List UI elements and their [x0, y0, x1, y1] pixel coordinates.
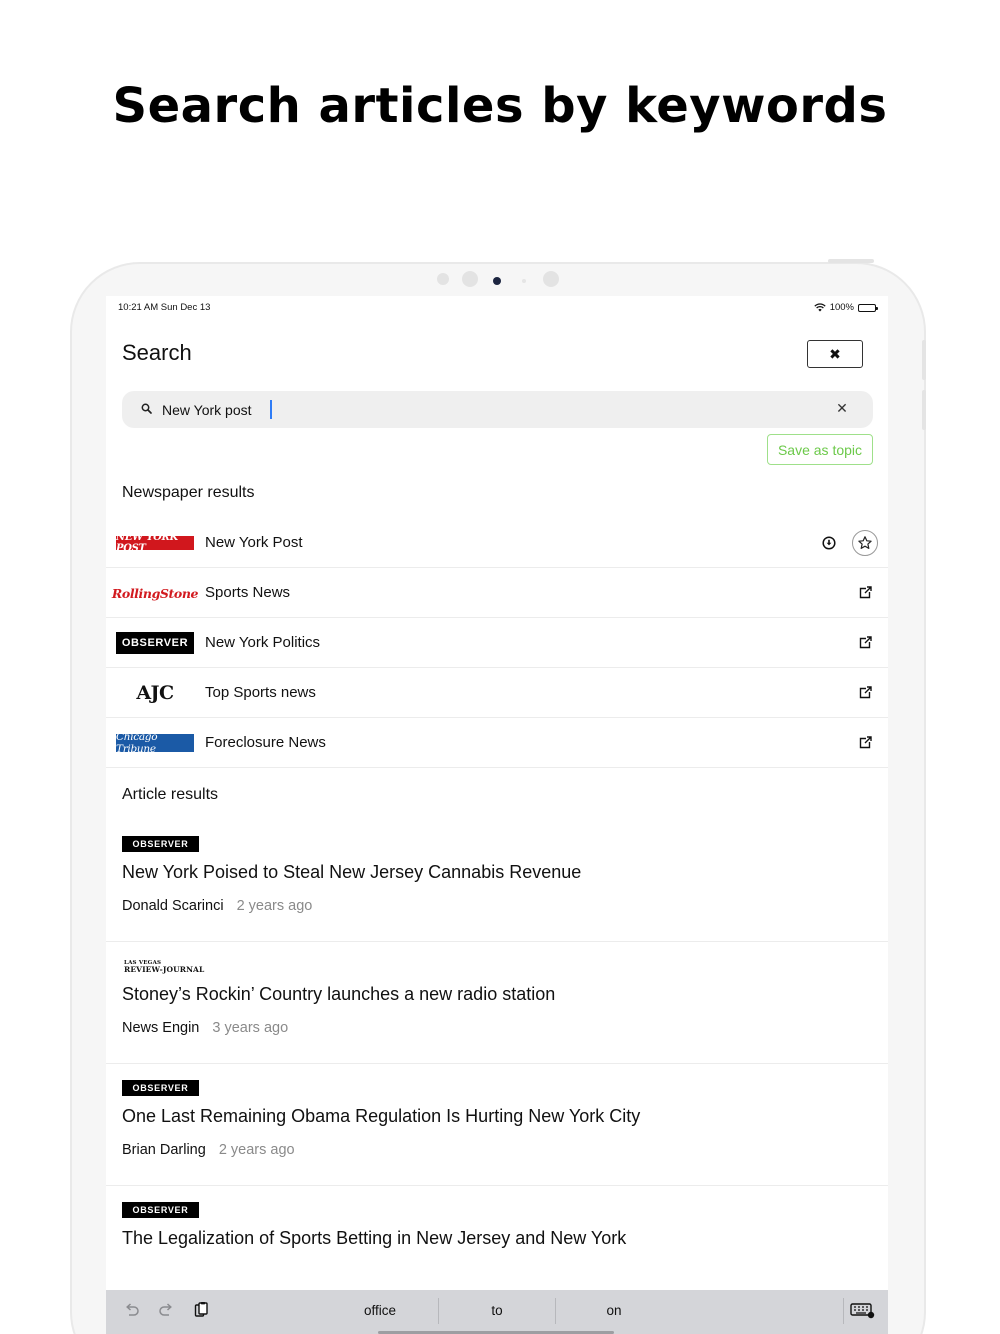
newspaper-logo: OBSERVER [116, 632, 194, 654]
power-button [828, 259, 874, 263]
toolbar-divider [843, 1298, 844, 1324]
newspaper-name: Foreclosure News [205, 734, 326, 751]
observer-logo: OBSERVER [122, 836, 199, 852]
search-input[interactable] [162, 395, 802, 424]
article-row[interactable]: OBSERVER New York Poised to Steal New Je… [106, 820, 888, 942]
chicago-tribune-logo: Chicago Tribune [116, 731, 194, 755]
article-age: 3 years ago [212, 1020, 289, 1036]
article-author: Donald Scarinci [122, 898, 224, 914]
newspaper-name: New York Post [205, 534, 303, 551]
volume-down-button [922, 390, 926, 430]
favorite-button[interactable] [852, 530, 878, 556]
rollingstone-logo: RollingStone [111, 585, 199, 601]
text-caret [270, 400, 272, 419]
wifi-icon [814, 303, 826, 312]
external-link-icon[interactable] [857, 685, 873, 701]
battery-icon [858, 303, 878, 312]
article-meta: Donald Scarinci 2 years ago [122, 898, 312, 914]
article-meta: Brian Darling 2 years ago [122, 1142, 295, 1158]
app-screen: 10:21 AM Sun Dec 13 100% Search ✖ ✕ Save… [106, 296, 888, 1334]
article-age: 2 years ago [218, 1142, 295, 1158]
article-row[interactable]: OBSERVER One Last Remaining Obama Regula… [106, 1064, 888, 1186]
sensor-dot [462, 271, 478, 287]
newspaper-name: New York Politics [205, 634, 321, 651]
external-link-icon[interactable] [857, 585, 873, 601]
clear-search-icon[interactable]: ✕ [834, 400, 850, 417]
battery-percent: 100% [829, 302, 854, 313]
ajc-logo: AJC [136, 682, 174, 704]
article-title: One Last Remaining Obama Regulation Is H… [122, 1106, 641, 1126]
observer-logo: OBSERVER [122, 1080, 199, 1096]
status-right: 100% [814, 302, 878, 313]
article-row[interactable]: LAS VEGAS REVIEW-JOURNAL Stoney’s Rockin… [106, 942, 888, 1064]
search-icon [141, 403, 152, 414]
newspaper-name: Sports News [205, 584, 291, 601]
search-bar[interactable]: ✕ [122, 391, 873, 428]
observer-logo: OBSERVER [116, 632, 194, 654]
article-age: 2 years ago [236, 898, 313, 914]
external-link-icon[interactable] [857, 635, 873, 651]
status-bar: 10:21 AM Sun Dec 13 100% [118, 302, 878, 316]
newspaper-results-heading: Newspaper results [122, 484, 255, 501]
sensor-dot [522, 279, 526, 283]
sensor-dot [543, 271, 559, 287]
observer-logo: OBSERVER [122, 1202, 199, 1218]
close-button[interactable]: ✖ [807, 340, 863, 368]
save-as-topic-button[interactable]: Save as topic [767, 434, 873, 465]
nyp-logo: NEW YORK POST [116, 532, 194, 554]
newspaper-row[interactable]: AJC Top Sports news [106, 668, 888, 718]
sensor-dot [437, 273, 449, 285]
suggestion-item[interactable]: office [322, 1303, 438, 1318]
newspaper-logo: AJC [116, 682, 194, 704]
front-camera [493, 277, 501, 285]
suggestion-item[interactable]: on [556, 1303, 672, 1318]
suggestion-item[interactable]: to [439, 1303, 555, 1318]
article-author: News Engin [122, 1020, 200, 1036]
download-icon[interactable] [822, 536, 836, 550]
newspaper-logo: NEW YORK POST [116, 532, 194, 554]
newspaper-name: Top Sports news [205, 684, 316, 701]
article-results-heading: Article results [122, 786, 219, 803]
undo-icon[interactable] [123, 1301, 141, 1319]
review-journal-logo: LAS VEGAS REVIEW-JOURNAL [124, 960, 204, 976]
status-time: 10:21 AM Sun Dec 13 [118, 302, 211, 313]
newspaper-row[interactable]: NEW YORK POST New York Post [106, 518, 888, 568]
article-title: The Legalization of Sports Betting in Ne… [122, 1228, 627, 1248]
page-title: Search [122, 340, 192, 365]
keyboard-shortcut-bar: office to on [106, 1290, 888, 1334]
marketing-headline: Search articles by keywords [112, 78, 888, 134]
article-author: Brian Darling [122, 1142, 206, 1158]
article-meta: News Engin 3 years ago [122, 1020, 288, 1036]
star-icon [858, 536, 872, 549]
newspaper-logo: RollingStone [112, 583, 199, 603]
article-title: New York Poised to Steal New Jersey Cann… [122, 862, 582, 882]
newspaper-logo: Chicago Tribune [116, 731, 194, 755]
review-journal-logo-text: REVIEW-JOURNAL [124, 965, 205, 974]
redo-icon[interactable] [157, 1301, 175, 1319]
keyboard-dismiss-icon[interactable] [850, 1301, 876, 1319]
external-link-icon[interactable] [857, 735, 873, 751]
paste-icon[interactable] [192, 1301, 210, 1319]
newspaper-row[interactable]: Chicago Tribune Foreclosure News [106, 718, 888, 768]
newspaper-row[interactable]: RollingStone Sports News [106, 568, 888, 618]
volume-up-button [922, 340, 926, 380]
article-title: Stoney’s Rockin’ Country launches a new … [122, 984, 556, 1004]
newspaper-row[interactable]: OBSERVER New York Politics [106, 618, 888, 668]
